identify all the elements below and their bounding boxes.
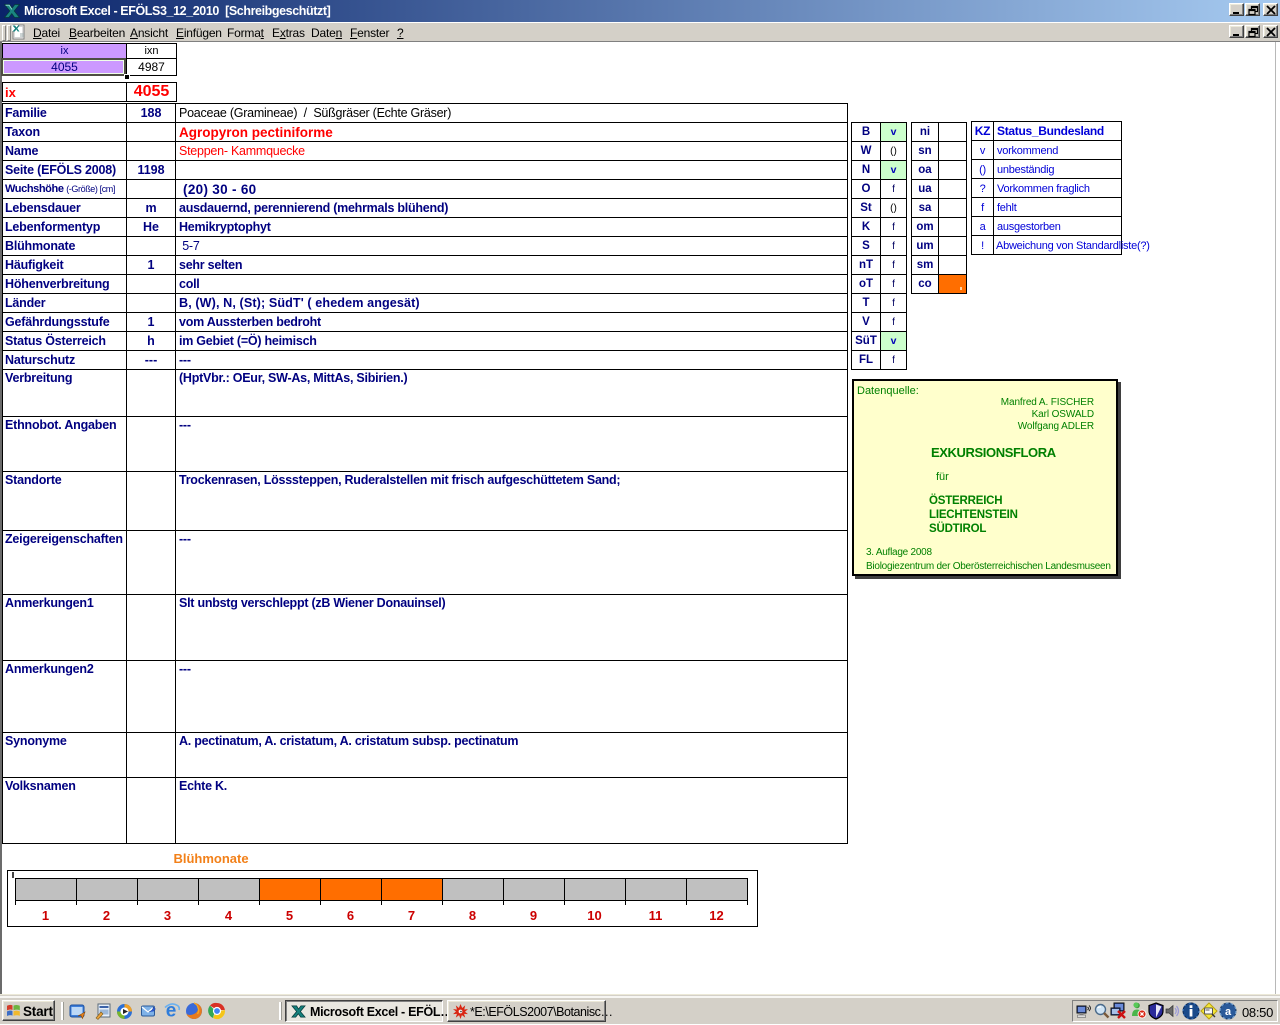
svg-text:a: a [1225, 1006, 1232, 1018]
